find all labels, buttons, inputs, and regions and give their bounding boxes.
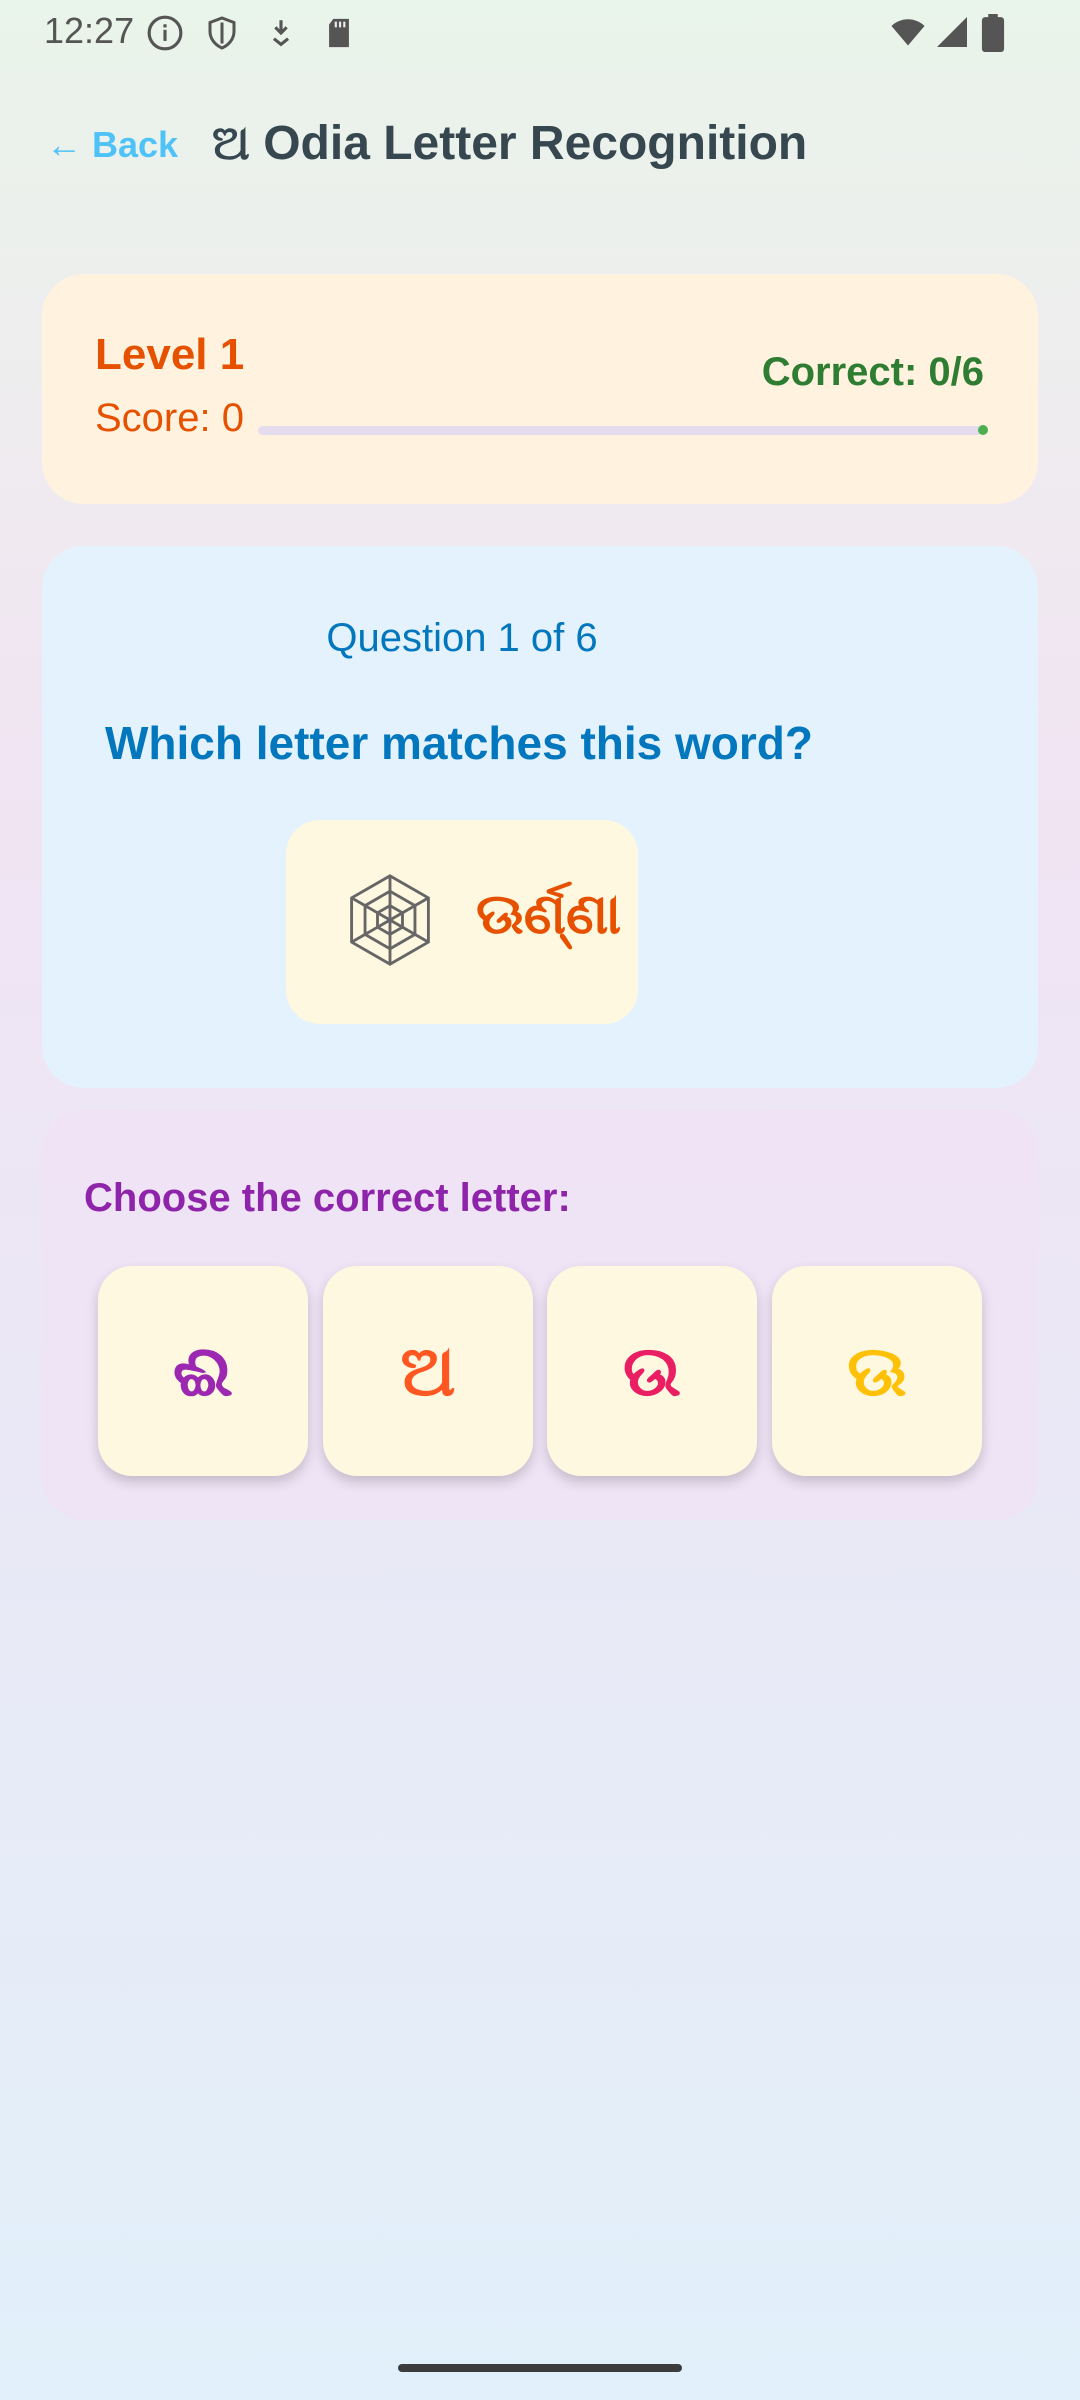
choice-option[interactable]: ଅ <box>323 1266 533 1476</box>
download-icon <box>272 20 290 47</box>
choices-panel: Choose the correct letter: ଈ ଅ ଉ ଊ <box>42 1110 1038 1520</box>
sd-card-icon <box>329 18 349 48</box>
back-button[interactable]: ← Back <box>46 124 178 166</box>
info-icon <box>147 15 183 51</box>
level-label: Level 1 <box>95 330 245 379</box>
choose-label: Choose the correct letter: <box>84 1176 571 1220</box>
score-card: Level 1 Score: 0 Correct: 0/6 <box>42 274 1038 504</box>
choice-option[interactable]: ଈ <box>98 1266 308 1476</box>
word-text: ଊର୍ଣ୍ଣା <box>476 882 622 947</box>
page-title: ଅ Odia Letter Recognition <box>212 117 808 170</box>
score-label: Score: 0 <box>95 396 244 440</box>
choice-option[interactable]: ଊ <box>772 1266 982 1476</box>
signal-icon <box>937 17 967 47</box>
question-card: Question 1 of 6 Which letter matches thi… <box>42 546 1038 1088</box>
status-bar: 12:27 <box>0 0 1080 64</box>
home-indicator[interactable] <box>398 2364 682 2372</box>
wifi-icon <box>891 19 925 46</box>
battery-icon <box>981 14 1005 52</box>
choice-option[interactable]: ଉ <box>547 1266 757 1476</box>
progress-indicator <box>978 425 988 435</box>
question-counter: Question 1 of 6 <box>326 616 598 660</box>
correct-count: Correct: 0/6 <box>761 350 984 394</box>
question-prompt: Which letter matches this word? <box>105 717 813 769</box>
status-time: 12:27 <box>44 10 135 51</box>
word-display: ଊର୍ଣ୍ଣା <box>286 820 638 1024</box>
progress-bar <box>258 425 988 435</box>
spider-web-icon <box>350 874 430 966</box>
shield-icon <box>208 16 236 50</box>
